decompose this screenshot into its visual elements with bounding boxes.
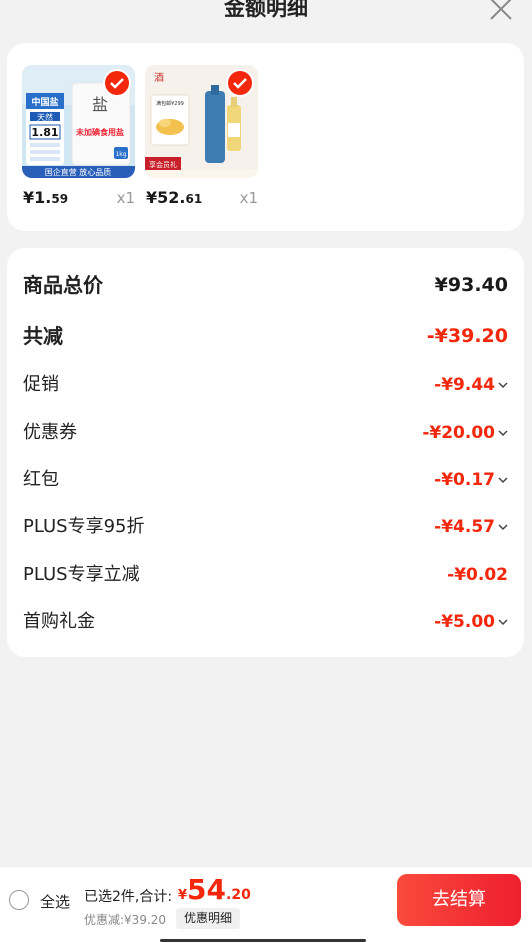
- product-item[interactable]: 酒 满包邮¥299 享会员礼 ¥52.61 x1: [145, 65, 258, 207]
- close-icon[interactable]: [488, 0, 514, 22]
- selected-count-text: 已选2件,合计:: [84, 889, 173, 905]
- discount-summary: 优惠减:¥39.20: [84, 913, 167, 927]
- product-quantity: x1: [239, 189, 258, 207]
- header: 金额明细: [0, 0, 532, 30]
- select-all-label[interactable]: 全选: [40, 891, 70, 912]
- discount-row-redpacket[interactable]: 红包 -¥0.17: [23, 465, 508, 495]
- reduce-label: 共减: [23, 324, 63, 348]
- discount-detail-button[interactable]: 优惠明细: [176, 908, 241, 929]
- product-image-wine: 酒 满包邮¥299 享会员礼: [145, 65, 258, 178]
- price-summary-card: 商品总价 ¥93.40 共减 -¥39.20 促销 -¥9.44 优惠券 -¥2…: [7, 248, 524, 657]
- product-quantity: x1: [116, 189, 135, 207]
- product-image-salt: 中国盐 天然 1.81 盐 未加碘食用盐 1kg 国企直营 放心品质: [22, 65, 135, 178]
- salt-banner: 国企直营 放心品质: [45, 167, 112, 177]
- select-all-radio[interactable]: [9, 890, 29, 910]
- checkout-bar: 全选 已选2件,合计: ¥54.20 优惠减:¥39.20 优惠明细 去结算: [0, 866, 532, 943]
- checked-icon[interactable]: [228, 71, 252, 95]
- salt-badge-2: 天然: [37, 112, 53, 122]
- reduce-row: 共减 -¥39.20: [23, 321, 508, 351]
- total-sum: ¥54.20: [178, 873, 251, 906]
- chevron-down-icon: [498, 430, 508, 437]
- chevron-down-icon: [498, 524, 508, 531]
- checked-icon[interactable]: [105, 71, 129, 95]
- salt-price-tag: 1.81: [31, 126, 58, 139]
- chevron-down-icon: [498, 619, 508, 626]
- product-item[interactable]: 中国盐 天然 1.81 盐 未加碘食用盐 1kg 国企直营 放心品质 ¥1.59: [22, 65, 135, 207]
- page-title: 金额明细: [224, 0, 308, 20]
- discount-row-plus-95[interactable]: PLUS专享95折 -¥4.57: [23, 512, 508, 542]
- checkout-button[interactable]: 去结算: [397, 874, 521, 926]
- total-value: ¥93.40: [434, 274, 508, 296]
- discount-row-promotion[interactable]: 促销 -¥9.44: [23, 370, 508, 400]
- product-price: ¥52.61: [146, 188, 203, 207]
- chevron-down-icon: [498, 477, 508, 484]
- discount-row-first-purchase[interactable]: 首购礼金 -¥5.00: [23, 607, 508, 637]
- product-price: ¥1.59: [23, 188, 69, 207]
- product-card: 中国盐 天然 1.81 盐 未加碘食用盐 1kg 国企直营 放心品质 ¥1.59: [7, 43, 524, 231]
- discount-row-coupon[interactable]: 优惠券 -¥20.00: [23, 418, 508, 448]
- reduce-value: -¥39.20: [426, 325, 508, 347]
- salt-badge: 中国盐: [31, 96, 58, 108]
- total-row: 商品总价 ¥93.40: [23, 270, 508, 300]
- total-label: 商品总价: [23, 273, 103, 297]
- salt-product-label: 未加碘食用盐: [75, 127, 124, 137]
- discount-row-plus-instant: PLUS专享立减 -¥0.02: [23, 564, 508, 585]
- chevron-down-icon: [498, 382, 508, 389]
- wine-promo: 满包邮¥299: [156, 100, 184, 107]
- svg-text:盐: 盐: [92, 95, 108, 114]
- salt-weight: 1kg: [115, 151, 126, 158]
- svg-text:酒: 酒: [154, 72, 164, 84]
- wine-banner: 享会员礼: [149, 160, 177, 169]
